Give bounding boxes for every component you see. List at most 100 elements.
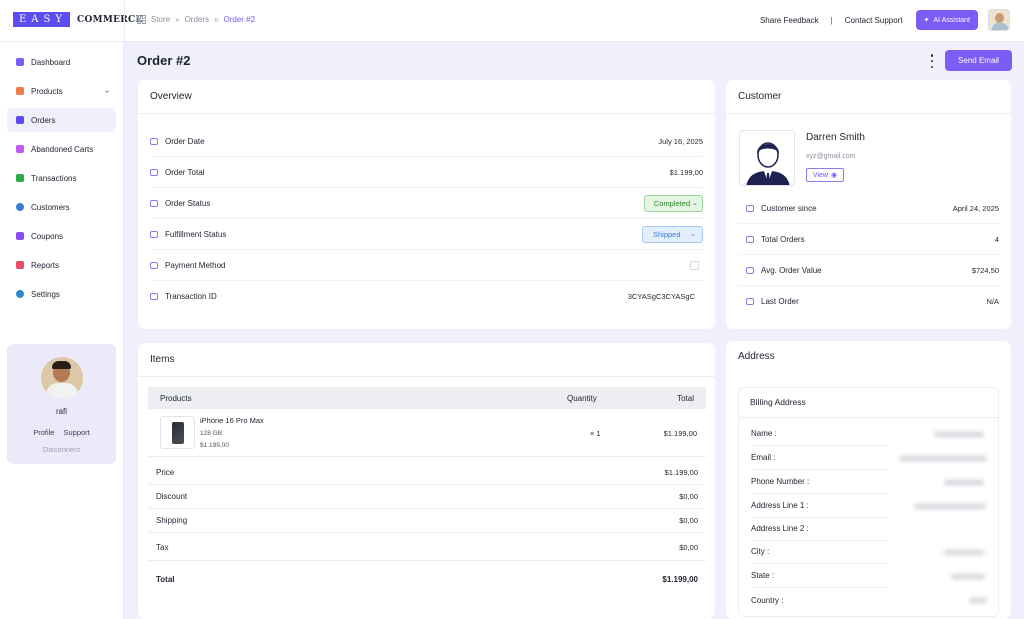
sidebar-item-products[interactable]: Products ›: [7, 79, 116, 103]
transaction-id-label: Transaction ID: [165, 292, 217, 301]
order-total-row: Order Total $1.199,00: [150, 157, 703, 188]
order-date-value: July 16, 2025: [658, 136, 703, 146]
sidebar-item-orders[interactable]: Orders: [7, 108, 116, 132]
transactions-icon: [16, 174, 24, 182]
fulfillment-label: Fulfillment Status: [165, 229, 227, 239]
items-table-header: Products Quantity Total: [148, 387, 706, 409]
payment-method-row: Payment Method: [150, 250, 703, 281]
profile-name: rafi: [55, 407, 68, 416]
settings-icon: [16, 290, 24, 298]
calendar-icon: [746, 298, 754, 305]
address-card: Address Billing Address Name : Email : P…: [726, 341, 1011, 619]
chevron-down-icon: ›: [103, 90, 113, 93]
logo-box: EASY: [13, 12, 70, 27]
calendar-icon: [150, 137, 158, 145]
order-date-row: Order Date July 16, 2025: [150, 126, 703, 157]
breadcrumb-separator-icon: »: [214, 15, 219, 24]
coins-icon: [150, 168, 158, 176]
order-status-select[interactable]: Completed ⌄: [643, 194, 703, 212]
field-label: Name :: [751, 429, 777, 438]
send-email-button[interactable]: Send Email: [945, 50, 1012, 71]
field-label: Phone Number :: [751, 477, 810, 486]
sidebar-item-label: Transactions: [31, 173, 77, 183]
summary-shipping-row: Shipping $0,00: [148, 509, 706, 533]
order-total-label: Order Total: [165, 167, 205, 177]
profile-link[interactable]: Profile: [33, 428, 54, 437]
share-feedback-link[interactable]: Share Feedback: [760, 16, 819, 25]
sidebar-item-label: Products: [31, 86, 63, 96]
sidebar-item-label: Coupons: [31, 231, 64, 241]
person-icon: [746, 142, 790, 185]
reports-icon: [16, 261, 24, 269]
customer-name: Darren Smith: [806, 132, 865, 143]
separator: |: [830, 15, 833, 25]
view-customer-button[interactable]: View ◉: [806, 168, 844, 182]
summary-label: Discount: [156, 492, 188, 501]
support-link[interactable]: Support: [63, 428, 89, 437]
total-orders-label: Total Orders: [761, 234, 805, 244]
billing-city-row: City :: [751, 540, 889, 564]
summary-tax-row: Tax $0,00: [148, 534, 706, 561]
breadcrumb-store[interactable]: Store: [151, 15, 170, 24]
order-status-row: Order Status Completed ⌄: [150, 188, 703, 219]
breadcrumb-orders[interactable]: Orders: [185, 15, 209, 24]
address-title: Address: [738, 351, 775, 362]
user-avatar[interactable]: [988, 9, 1010, 31]
order-status-label: Order Status: [165, 198, 211, 208]
sidebar-item-transactions[interactable]: Transactions: [7, 166, 116, 190]
fulfillment-status-select[interactable]: Shipped ⌄: [642, 225, 703, 243]
summary-value: $0,00: [679, 492, 698, 501]
contact-support-link[interactable]: Contact Support: [845, 16, 903, 25]
summary-label: Total: [156, 575, 175, 584]
customer-title: Customer: [738, 91, 782, 102]
blurred-value: [969, 598, 987, 603]
divider: [124, 0, 125, 42]
coupons-icon: [16, 232, 24, 240]
more-options-icon[interactable]: [930, 54, 934, 68]
summary-value: $1.199,00: [664, 468, 698, 477]
eye-icon: ◉: [830, 172, 838, 179]
total-orders-value: 4: [994, 234, 999, 244]
sidebar-item-label: Orders: [31, 115, 56, 125]
products-icon: [16, 87, 24, 95]
order-date-label: Order Date: [165, 136, 205, 146]
page-title: Order #2: [137, 53, 191, 68]
product-thumbnail: [160, 416, 195, 449]
sidebar-item-customers[interactable]: Customers: [7, 195, 116, 219]
summary-label: Shipping: [156, 516, 188, 525]
ai-assistant-button[interactable]: ✦ AI Assistant: [915, 10, 978, 30]
billing-phone-row: Phone Number :: [751, 470, 889, 494]
overview-card: Overview Order Date July 16, 2025 Order …: [138, 80, 715, 329]
sidebar: Dashboard Products › Orders Abandoned Ca…: [0, 42, 124, 619]
avg-order-label: Avg. Order Value: [761, 265, 822, 275]
sidebar-item-label: Abandoned Carts: [31, 144, 94, 154]
sidebar-item-reports[interactable]: Reports: [7, 253, 116, 277]
items-title: Items: [150, 354, 175, 365]
divider: [138, 376, 715, 377]
sidebar-item-coupons[interactable]: Coupons: [7, 224, 116, 248]
payment-method-checkbox[interactable]: [690, 260, 699, 270]
logo-text: COMMERCE: [76, 14, 143, 25]
top-actions: Share Feedback | Contact Support ✦ AI As…: [760, 9, 1010, 31]
sidebar-item-abandoned-carts[interactable]: Abandoned Carts: [7, 137, 116, 161]
disconnect-link[interactable]: Disconnect: [7, 445, 116, 454]
product-name[interactable]: iPhone 16 Pro Max: [200, 416, 264, 425]
overview-title: Overview: [150, 91, 192, 102]
blurred-value: [914, 504, 986, 509]
sidebar-item-settings[interactable]: Settings: [7, 282, 116, 306]
billing-email-row: Email :: [751, 446, 889, 470]
product-quantity: × 1: [590, 429, 601, 438]
product-price: $1.199,00: [200, 442, 229, 449]
status-icon: [150, 199, 158, 207]
customer-since-label: Customer since: [761, 203, 817, 213]
col-quantity: Quantity: [567, 393, 597, 403]
fulfillment-value: Shipped: [653, 229, 681, 239]
blurred-value: [934, 432, 984, 437]
cart-icon: [16, 145, 24, 153]
sidebar-item-dashboard[interactable]: Dashboard: [7, 50, 116, 74]
table-row[interactable]: iPhone 16 Pro Max 128 GB $1.199,00 × 1 $…: [148, 409, 706, 457]
receipt-icon: [150, 293, 158, 300]
field-label: Address Line 2 :: [751, 524, 809, 533]
field-label: Country :: [751, 595, 784, 605]
last-order-value: N/A: [986, 297, 999, 306]
